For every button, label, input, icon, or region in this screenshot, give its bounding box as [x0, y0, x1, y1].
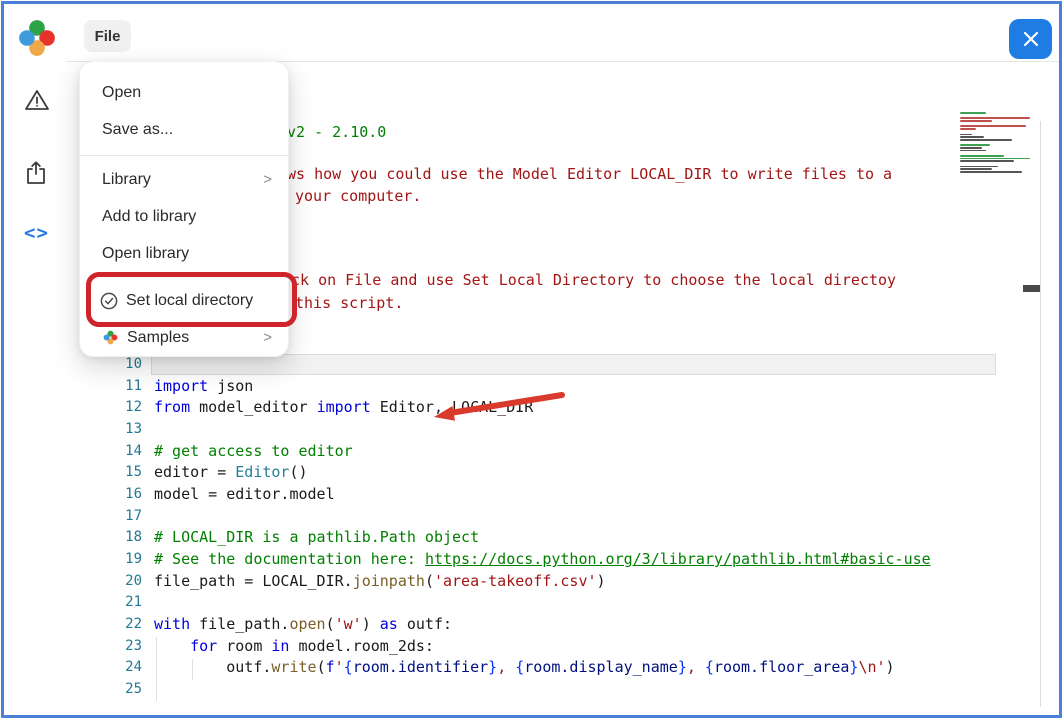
minimap-row	[960, 147, 982, 149]
code-line[interactable]: 17	[4, 505, 1004, 527]
menu-item-label: Open	[102, 84, 141, 102]
code-text: # get access to editor	[154, 442, 353, 460]
menu-item-set-local-directory[interactable]: Set local directory	[80, 282, 288, 319]
menu-item-samples[interactable]: Samples >	[80, 319, 288, 356]
minimap-row	[960, 134, 972, 136]
menu-item-label: Samples	[127, 329, 189, 347]
line-number: 22	[4, 616, 142, 632]
line-number: 14	[4, 443, 142, 459]
app-window: <> File 10 11 import json 12 from model_edit…	[1, 1, 1062, 718]
close-icon	[1021, 29, 1041, 49]
code-text: for room in model.room_2ds:	[154, 637, 434, 655]
line-number: 17	[4, 508, 142, 524]
code-line[interactable]: 13	[4, 418, 1004, 440]
minimap-row	[960, 155, 1004, 157]
menu-divider	[80, 155, 288, 156]
line-number: 10	[4, 356, 142, 372]
minimap-row	[960, 112, 986, 114]
minimap-row	[960, 150, 986, 152]
warning-triangle-icon[interactable]	[24, 88, 50, 117]
minimap-row	[960, 144, 990, 146]
code-text: # See the documentation here: https://do…	[154, 550, 931, 568]
menu-item-label: Library	[102, 171, 151, 189]
code-text: from model_editor import Editor, LOCAL_D…	[154, 398, 533, 416]
minimap-row	[960, 125, 1026, 127]
close-button[interactable]	[1009, 19, 1052, 59]
chevron-right-icon: >	[263, 171, 272, 188]
code-icon[interactable]: <>	[24, 222, 49, 244]
line-number: 15	[4, 464, 142, 480]
minimap-row	[960, 117, 1030, 119]
code-line[interactable]: 18 # LOCAL_DIR is a pathlib.Path object	[4, 527, 1004, 549]
code-line[interactable]: 24 outf.write(f'{room.identifier}, {room…	[4, 657, 1004, 679]
indent-guide	[192, 659, 193, 680]
code-line[interactable]: 20 file_path = LOCAL_DIR.joinpath('area-t…	[4, 570, 1004, 592]
code-line[interactable]: 25	[4, 678, 1004, 700]
code-line[interactable]: 21	[4, 592, 1004, 614]
line-number: 25	[4, 681, 142, 697]
minimap-row	[960, 168, 992, 170]
file-menu-button[interactable]: File	[84, 20, 131, 52]
menu-item-label: Save as...	[102, 121, 173, 139]
minimap-row	[960, 120, 992, 122]
line-number: 23	[4, 638, 142, 654]
code-text: editor = Editor()	[154, 463, 308, 481]
menu-item-label: Set local directory	[126, 292, 253, 310]
menu-item-open-library[interactable]: Open library	[80, 235, 288, 272]
code-line[interactable]: 22 with file_path.open('w') as outf:	[4, 613, 1004, 635]
line-number: 13	[4, 421, 142, 437]
code-text: with file_path.open('w') as outf:	[154, 615, 452, 633]
code-text: import json	[154, 377, 253, 395]
code-line[interactable]: 14 # get access to editor	[4, 440, 1004, 462]
minimap-row	[960, 166, 998, 168]
minimap-row	[960, 158, 1030, 160]
scrollbar-thumb[interactable]	[1023, 285, 1040, 292]
code-fragment: this script.	[295, 294, 403, 312]
code-fragment: your computer.	[295, 187, 421, 205]
code-line[interactable]: 12 from model_editor import Editor, LOCAL…	[4, 396, 1004, 418]
code-text: file_path = LOCAL_DIR.joinpath('area-tak…	[154, 572, 606, 590]
code-line[interactable]: 15 editor = Editor()	[4, 461, 1004, 483]
app-logo-icon	[15, 16, 59, 60]
line-number: 11	[4, 378, 142, 394]
chevron-right-icon: >	[263, 329, 272, 346]
code-line[interactable]: 23 for room in model.room_2ds:	[4, 635, 1004, 657]
minimap-row	[960, 136, 984, 138]
line-number: 12	[4, 399, 142, 415]
line-number: 19	[4, 551, 142, 567]
samples-logo-icon	[102, 329, 119, 346]
code-fragment: ck on File and use Set Local Directory t…	[291, 271, 896, 289]
code-fragment: ws how you could use the Model Editor LO…	[287, 165, 892, 183]
indent-guide	[156, 637, 157, 701]
minimap-row	[960, 139, 1012, 141]
line-number: 24	[4, 659, 142, 675]
line-number: 21	[4, 594, 142, 610]
menu-item-save-as[interactable]: Save as...	[80, 111, 288, 148]
file-menu: Open Save as... Library > Add to library Open…	[79, 61, 289, 357]
code-line[interactable]: 11 import json	[4, 375, 1004, 397]
menu-item-label: Add to library	[102, 208, 196, 226]
line-number: 20	[4, 573, 142, 589]
code-text: # LOCAL_DIR is a pathlib.Path object	[154, 528, 479, 546]
minimap-row	[960, 160, 1014, 162]
minimap[interactable]	[960, 112, 1036, 176]
code-line[interactable]: 16 model = editor.model	[4, 483, 1004, 505]
line-number: 18	[4, 529, 142, 545]
circle-check-icon	[100, 292, 118, 310]
code-fragment: v2 - 2.10.0	[287, 123, 386, 141]
code-lines: 10 11 import json 12 from model_editor impor…	[4, 353, 1004, 700]
export-icon[interactable]	[24, 160, 48, 191]
menu-item-open[interactable]: Open	[80, 74, 288, 111]
menu-item-label: Open library	[102, 245, 189, 263]
minimap-row	[960, 171, 1022, 173]
line-number: 16	[4, 486, 142, 502]
menu-item-add-to-library[interactable]: Add to library	[80, 198, 288, 235]
code-line[interactable]: 19 # See the documentation here: https://…	[4, 548, 1004, 570]
scrollbar-track[interactable]	[1040, 121, 1041, 707]
minimap-row	[960, 128, 976, 130]
code-text: outf.write(f'{room.identifier}, {room.di…	[154, 658, 895, 676]
menu-item-library[interactable]: Library >	[80, 161, 288, 198]
code-text: model = editor.model	[154, 485, 335, 503]
